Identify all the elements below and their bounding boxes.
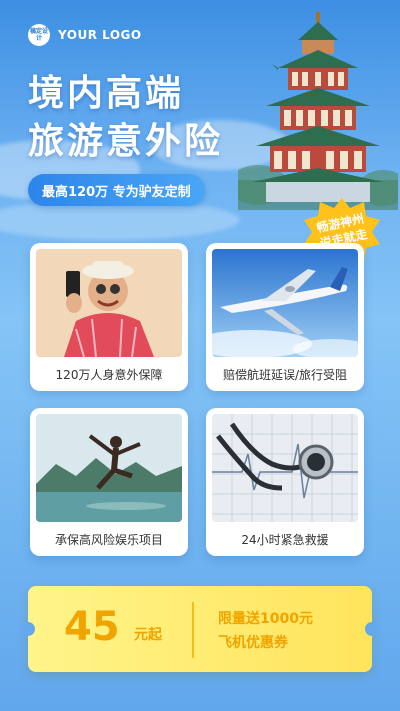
feature-card-flight[interactable]: 赔偿航班延误/旅行受阻: [206, 243, 364, 391]
stethoscope-photo: [212, 414, 358, 522]
logo-badge: 稿定设计: [28, 24, 50, 46]
feature-card-rescue[interactable]: 24小时紧急救援: [206, 408, 364, 556]
feature-card-high-risk[interactable]: 承保高风险娱乐项目: [30, 408, 188, 556]
card-caption: 24小时紧急救援: [241, 533, 329, 547]
logo-text: YOUR LOGO: [58, 28, 142, 42]
jumping-man-lake-photo: [36, 414, 182, 522]
coupon-price: 45: [64, 604, 120, 650]
logo: 稿定设计 YOUR LOGO: [28, 24, 142, 46]
poster: 稿定设计 YOUR LOGO 境内高端 旅游意外险 最高120万 专为驴友定制 …: [0, 0, 400, 711]
pagoda-tower-illustration: [238, 12, 398, 210]
headline-line-2: 旅游意外险: [28, 121, 224, 162]
coupon-offer-line-2: 飞机优惠券: [218, 635, 288, 651]
feature-card-accident[interactable]: 120万人身意外保障: [30, 243, 188, 391]
airplane-photo: [212, 249, 358, 357]
coupon-notch-left: [21, 622, 35, 636]
coupon-banner[interactable]: 45 元起 限量送1000元 飞机优惠券: [21, 586, 379, 672]
headline-line-1: 境内高端: [28, 73, 185, 114]
man-with-phone-photo: [36, 249, 182, 357]
cloud: [0, 200, 240, 240]
tagline-pill: 最高120万 专为驴友定制: [28, 174, 205, 206]
coupon-price-unit: 元起: [134, 627, 162, 643]
coupon-notch-right: [365, 622, 379, 636]
coupon-divider: [192, 602, 194, 658]
card-caption: 赔偿航班延误/旅行受阻: [222, 368, 348, 382]
card-caption: 承保高风险娱乐项目: [54, 533, 163, 547]
card-caption: 120万人身意外保障: [55, 368, 163, 382]
coupon-offer-line-1: 限量送1000元: [218, 611, 313, 627]
